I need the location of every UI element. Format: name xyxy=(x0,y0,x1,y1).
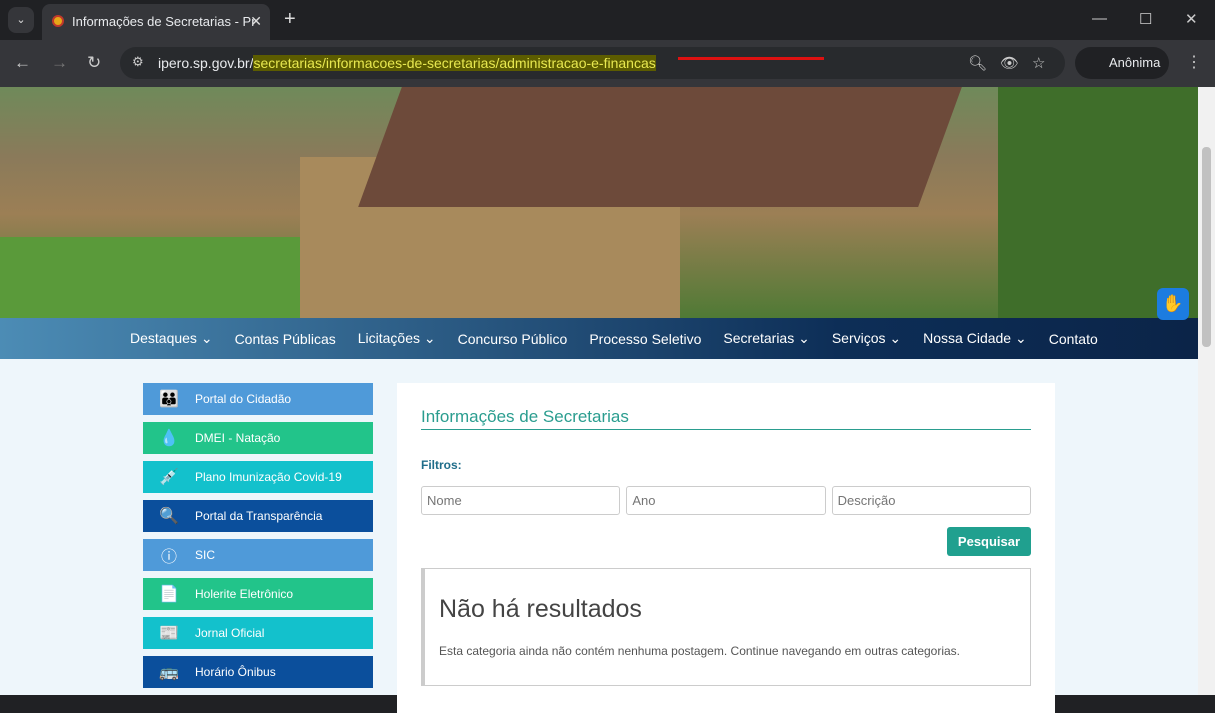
sidebar-link[interactable]: 💧 DMEI - Natação xyxy=(143,422,373,454)
description-input[interactable] xyxy=(831,486,1031,515)
nav-concurso-publico[interactable]: Concurso Público xyxy=(458,331,568,347)
no-results-text: Esta categoria ainda não contém nenhuma … xyxy=(439,644,961,658)
sidebar-link[interactable]: 💉 Plano Imunização Covid-19 xyxy=(143,461,373,493)
tab-search-button[interactable]: ⌄ xyxy=(8,7,34,33)
incognito-profile-button[interactable]: Anônima xyxy=(1075,47,1169,79)
active-tab[interactable]: Informações de Secretarias - Pr ✕ xyxy=(42,4,270,40)
nav-processo-seletivo[interactable]: Processo Seletivo xyxy=(589,331,701,347)
nav-secretarias[interactable]: Secretarias ⌄ xyxy=(723,330,809,347)
nav-servicos[interactable]: Serviços ⌄ xyxy=(832,330,901,347)
main-navigation: Destaques ⌄ Contas Públicas Licitações ⌄… xyxy=(0,318,1198,359)
browser-toolbar: ← → ↻ ⚙ ipero.sp.gov.br/secretarias/info… xyxy=(0,40,1215,87)
new-tab-button[interactable]: + xyxy=(284,8,296,31)
hero-image xyxy=(0,87,1198,318)
sidebar-link-label: Portal da Transparência xyxy=(195,509,323,523)
nav-contas-publicas[interactable]: Contas Públicas xyxy=(235,331,336,347)
nav-nossa-cidade[interactable]: Nossa Cidade ⌄ xyxy=(923,330,1027,347)
sidebar-link-label: DMEI - Natação xyxy=(195,431,281,445)
sidebar-link-label: Horário Ônibus xyxy=(195,665,276,679)
sidebar-link-label: Holerite Eletrônico xyxy=(195,587,294,601)
year-input[interactable] xyxy=(626,486,826,515)
maximize-button[interactable]: ☐ xyxy=(1139,10,1152,28)
nav-contato[interactable]: Contato xyxy=(1049,331,1098,347)
close-tab-icon[interactable]: ✕ xyxy=(250,13,262,30)
close-window-button[interactable]: ✕ xyxy=(1185,10,1198,28)
tracking-eye-icon[interactable]: 👁 xyxy=(1000,54,1019,72)
sidebar-link-icon: 💉 xyxy=(159,469,179,486)
sidebar-link[interactable]: 🔍 Portal da Transparência xyxy=(143,500,373,532)
reload-button[interactable]: ↻ xyxy=(87,53,101,73)
no-results-title: Não há resultados xyxy=(439,595,642,623)
sidebar-link-label: Portal do Cidadão xyxy=(195,392,292,406)
sidebar-link[interactable]: 📰 Jornal Oficial xyxy=(143,617,373,649)
profile-label: Anônima xyxy=(1109,55,1161,70)
sidebar-link[interactable]: ⓘ SIC xyxy=(143,539,373,571)
quick-links-sidebar: 👪 Portal do Cidadão 💧 DMEI - Natação 💉 Plano … xyxy=(143,383,373,695)
accessibility-sign-language-icon[interactable]: ✋ xyxy=(1157,288,1189,320)
site-info-icon[interactable]: ⚙ xyxy=(132,54,144,70)
url-path: secretarias/informacoes-de-secretarias/a… xyxy=(253,55,656,71)
sidebar-link-icon: 📰 xyxy=(159,625,179,642)
sidebar-link-icon: 📄 xyxy=(159,586,179,603)
page-title: Informações de Secretarias xyxy=(421,407,1031,430)
no-results-box: Não há resultados Esta categoria ainda n… xyxy=(421,568,1031,686)
filters-label: Filtros: xyxy=(421,458,462,472)
minimize-button[interactable]: — xyxy=(1092,10,1107,27)
tab-strip: ⌄ Informações de Secretarias - Pr ✕ + — … xyxy=(0,0,1215,40)
sidebar-link-label: Jornal Oficial xyxy=(195,626,265,640)
favicon-icon xyxy=(52,15,64,27)
sidebar-link-icon: 👪 xyxy=(159,391,179,408)
browser-menu-icon[interactable]: ⋮ xyxy=(1186,52,1202,72)
search-button[interactable]: Pesquisar xyxy=(947,527,1031,556)
scrollbar-thumb[interactable] xyxy=(1202,147,1211,347)
sidebar-link-icon: 🚌 xyxy=(159,664,179,681)
sidebar-link[interactable]: 📄 Holerite Eletrônico xyxy=(143,578,373,610)
back-button[interactable]: ← xyxy=(14,53,31,73)
nav-destaques[interactable]: Destaques ⌄ xyxy=(130,330,213,347)
red-arrow-annotation xyxy=(678,57,824,60)
sidebar-link-label: Plano Imunização Covid-19 xyxy=(195,470,342,484)
sidebar-link-icon: 🔍 xyxy=(159,508,179,525)
nav-licitacoes[interactable]: Licitações ⌄ xyxy=(358,330,436,347)
name-input[interactable] xyxy=(421,486,621,515)
sidebar-link-label: SIC xyxy=(195,548,216,562)
address-bar[interactable]: ⚙ ipero.sp.gov.br/secretarias/informacoe… xyxy=(120,47,1065,79)
content-panel: Informações de Secretarias Filtros: Pesq… xyxy=(397,383,1055,713)
sidebar-link[interactable]: 🚌 Horário Ônibus xyxy=(143,656,373,688)
sidebar-link-icon: 💧 xyxy=(159,430,179,447)
scrollbar[interactable] xyxy=(1198,87,1215,695)
url-host: ipero.sp.gov.br/ xyxy=(158,55,254,71)
sidebar-link[interactable]: 👪 Portal do Cidadão xyxy=(143,383,373,415)
bookmark-star-icon[interactable]: ☆ xyxy=(1032,54,1045,72)
forward-button[interactable]: → xyxy=(51,53,68,73)
zoom-icon[interactable]: 🔍︎ xyxy=(968,54,987,72)
sidebar-link-icon: ⓘ xyxy=(160,549,177,566)
tab-title: Informações de Secretarias - Pr xyxy=(72,14,256,29)
